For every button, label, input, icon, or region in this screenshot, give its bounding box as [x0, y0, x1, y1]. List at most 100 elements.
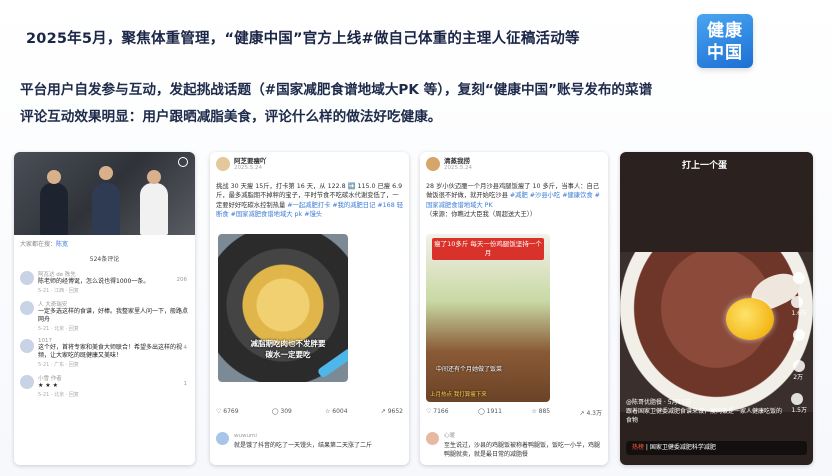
comment-text: 一定多选这样的食谱，好棒。我整家里人问一下，般路点网舟	[38, 308, 189, 323]
video-caption: @陈哥优脂餐 · 5月15日 跟着国家卫健委减肥食谱来做，瘦肉饭是一家人健康吃饭…	[626, 399, 783, 424]
comment-meta: 5-21 · 广东 · 回复	[38, 362, 79, 368]
image-banner: 瘦了10多斤 每天一份鸡腿饭坚持一个月	[432, 238, 544, 260]
side-action[interactable]: 5	[793, 329, 806, 348]
top-comment[interactable]: wuwumi 就是饿了抖音的吃了一天馒头，结果第二天涨了二斤	[216, 432, 403, 450]
like-count[interactable]: ♡ 7166	[426, 408, 449, 417]
person-figure	[40, 183, 68, 235]
person-head	[99, 166, 113, 180]
post-text: 28 岁小伙迈腰一个月沙县鸡腿饭瘦了 10 多斤，当事人：自己做饭很不好做，就开…	[420, 182, 608, 232]
screenshot-short-video-egg: 打上一个蛋 1.6万 5 2万 1.5万 @陈哥优脂餐 · 5月15日 跟着国家…	[620, 152, 813, 465]
post-text: 挑战 30 天瘦 15斤，打卡第 16 天，从 122.8 ➡️ 115.0 已…	[210, 182, 409, 232]
comment-item[interactable]: 阿瓦达 de 陈先 陈老师的经博诞，怎么说也得1000一条。 5-21 · 江西…	[14, 267, 195, 297]
avatar[interactable]	[20, 339, 34, 353]
heart-icon[interactable]	[791, 296, 804, 308]
emoji-reactions: ★ ★ ★	[38, 382, 58, 389]
comment-user[interactable]: wuwumi	[234, 432, 403, 441]
like-count-value: 6769	[223, 408, 239, 415]
avatar[interactable]	[426, 157, 440, 171]
side-action[interactable]: 2万	[793, 360, 806, 381]
favorite-count[interactable]: ☆ 6004	[325, 408, 348, 415]
share-icon[interactable]	[791, 393, 804, 405]
top-comment[interactable]: 心暖 至生说过，沙县的鸡腿饭被称着鸭腿饭，饭吃一小半，鸡腿鸭腿就卖，就是最日常的…	[426, 432, 602, 459]
comment-text: 陈老师的经博诞，怎么说也得1000一条。	[38, 278, 150, 285]
comment-like-count[interactable]: 206	[177, 277, 188, 283]
post-source: （来源：你瞧过大臣我（周超送大王））	[426, 211, 537, 219]
hot-search-line: 大家都在搜：陈宽	[14, 235, 195, 252]
search-icon[interactable]	[178, 157, 188, 167]
avatar[interactable]	[216, 157, 230, 171]
logo-line-1: 健康	[707, 21, 743, 41]
share-count-value: 4.3万	[586, 410, 602, 417]
person-head	[47, 170, 61, 184]
screenshot-video-comments: 大家都在搜：陈宽 524条评论 阿瓦达 de 陈先 陈老师的经博诞，怎么说也得1…	[14, 152, 195, 465]
post-date: 2025.5.24	[234, 165, 262, 171]
comment-count: 524条评论	[89, 256, 120, 263]
avatar[interactable]	[20, 271, 34, 285]
slide: 2025年5月，聚焦体重管理，“健康中国”官方上线#做自己体重的主理人征稿活动等…	[0, 0, 832, 476]
intro-text: 平台用户自发参与互动，发起挑战话题（#国家减肥食谱地域大PK 等），复刻“健康中…	[20, 77, 652, 131]
comment-count-value: 309	[280, 408, 292, 415]
avatar[interactable]	[20, 375, 34, 389]
health-china-logo: 健康 中国	[697, 14, 753, 68]
video-thumbnail[interactable]	[14, 152, 195, 235]
avatar[interactable]	[216, 432, 229, 445]
hot-topic-bar[interactable]: 热榜 | 国家卫健委减肥科学减肥	[626, 441, 807, 455]
image-caption: 中间还有个月她做了饭菜	[436, 366, 503, 373]
side-action[interactable]: 1.6万	[791, 296, 807, 317]
post-stats: ♡ 7166 ◯ 1911 ☆ 885 ↗ 4.3万	[426, 408, 602, 417]
comment-panel: 大家都在搜：陈宽 524条评论 阿瓦达 de 陈先 陈老师的经博诞，怎么说也得1…	[14, 235, 195, 465]
comment-item[interactable]: 人 大奇瑞安 一定多选这样的食谱，好棒。我整家里人问一下，般路点网舟 5-21 …	[14, 297, 195, 335]
hot-topic-text: 国家卫健委减肥科学减肥	[649, 444, 716, 451]
image-subcaption: 上月热点 我打算瘦下来	[430, 392, 487, 398]
comment-user[interactable]: 人 大奇瑞安	[38, 300, 189, 308]
share-count[interactable]: ↗ 9652	[381, 408, 403, 415]
like-count-value: 7166	[433, 408, 449, 415]
video-title-overlay: 打上一个蛋	[682, 161, 728, 171]
egg-yolk	[726, 298, 774, 340]
comment-icon[interactable]	[793, 329, 806, 341]
comment-count[interactable]: ◯ 309	[272, 408, 292, 415]
post-image[interactable]: 瘦了10多斤 每天一份鸡腿饭坚持一个月 中间还有个月她做了饭菜 上月热点 我打算…	[426, 234, 550, 402]
favorite-count[interactable]: ☆ 885	[531, 408, 550, 417]
comment-text: 这个好，首将专家和美食大师联合！希望多出这样的视频，让大家吃的既健康又美味！	[38, 344, 183, 359]
comment-user[interactable]: 阿瓦达 de 陈先	[38, 270, 189, 278]
video-action-column: 1.6万 5 2万 1.5万	[791, 272, 807, 414]
avatar[interactable]	[20, 301, 34, 315]
post-date: 2025.5.24	[444, 165, 472, 171]
comment-like-count[interactable]: 1	[184, 381, 188, 387]
hot-search-link[interactable]: 陈宽	[56, 241, 68, 248]
share-count[interactable]: ↗ 4.3万	[580, 408, 602, 417]
post-stats: ♡ 6769 ◯ 309 ☆ 6004 ↗ 9652	[216, 408, 403, 415]
person-figure	[140, 183, 168, 235]
comment-user[interactable]: 心暖	[444, 432, 602, 441]
comment-text: 就是饿了抖音的吃了一天馒头，结果第二天涨了二斤	[234, 442, 373, 449]
side-count: 2万	[793, 374, 804, 381]
side-action[interactable]: 1.5万	[791, 393, 807, 414]
logo-line-2: 中国	[707, 43, 743, 63]
comment-user[interactable]: 小雪 作者	[38, 374, 189, 382]
post-header: 清蒸我捞 2025.5.24	[420, 152, 608, 182]
hot-label: 热榜	[632, 444, 645, 451]
post-image[interactable]: 减脂期吃肉也不发胖要碳水一定要吃	[218, 234, 348, 382]
video-frame-bowl[interactable]	[620, 252, 813, 412]
comment-item[interactable]: 1017 这个好，首将专家和美食大师联合！希望多出这样的视频，让大家吃的既健康又…	[14, 335, 195, 371]
side-action[interactable]	[793, 272, 806, 284]
avatar[interactable]	[426, 432, 439, 445]
comment-like-count[interactable]: 0	[184, 307, 188, 313]
star-icon[interactable]	[793, 360, 806, 372]
comment-count[interactable]: ◯ 1911	[478, 408, 502, 417]
avatar-icon[interactable]	[793, 272, 806, 284]
hot-search-label: 大家都在搜：	[20, 241, 57, 248]
screenshot-post-chicken-rice: 清蒸我捞 2025.5.24 28 岁小伙迈腰一个月沙县鸡腿饭瘦了 10 多斤，…	[420, 152, 608, 465]
comment-count-value: 1911	[486, 408, 502, 415]
like-count[interactable]: ♡ 6769	[216, 408, 239, 415]
comment-like-count[interactable]: 4	[184, 345, 188, 351]
post-user[interactable]: 清蒸我捞	[444, 155, 602, 165]
comment-text: 至生说过，沙县的鸡腿饭被称着鸭腿饭，饭吃一小半，鸡腿鸭腿就卖，就是最日常的减脂餐	[444, 442, 601, 458]
post-user[interactable]: 阿芝要瘦吖	[234, 155, 403, 165]
video-author[interactable]: @陈哥优脂餐	[626, 399, 662, 406]
comment-meta: 5-21 · 北京 · 回复	[38, 326, 79, 332]
comment-item[interactable]: 小雪 作者 ★ ★ ★ 5-21 · 北京 · 回复 1	[14, 371, 195, 401]
intro-line-1: 平台用户自发参与互动，发起挑战话题（#国家减肥食谱地域大PK 等），复刻“健康中…	[20, 82, 653, 98]
post-header: 阿芝要瘦吖 2025.5.24	[210, 152, 409, 182]
